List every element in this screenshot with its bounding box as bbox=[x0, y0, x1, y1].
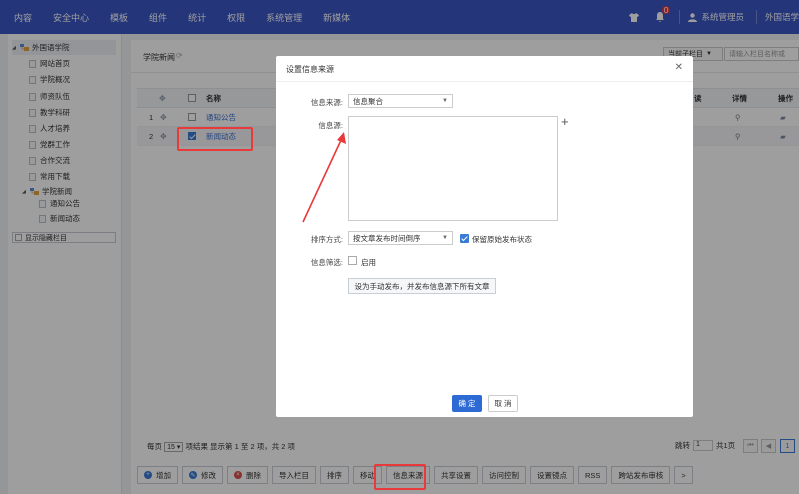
source-select-value: 信息聚合 bbox=[353, 96, 383, 106]
dialog-title: 设置信息来源 bbox=[286, 65, 334, 74]
sort-select-value: 按文章发布时间倒序 bbox=[353, 233, 421, 243]
filter-enable-label: 启用 bbox=[361, 258, 376, 267]
keep-status-checkbox[interactable] bbox=[460, 234, 469, 243]
manual-publish-button[interactable]: 设为手动发布，并发布信息源下所有文章 bbox=[348, 278, 496, 294]
sort-select[interactable]: 按文章发布时间倒序 ▼ bbox=[348, 231, 453, 245]
highlight-row-annotation bbox=[177, 127, 253, 151]
confirm-button[interactable]: 确 定 bbox=[452, 395, 482, 412]
chevron-down-icon: ▼ bbox=[442, 235, 448, 241]
close-icon[interactable]: ✕ bbox=[675, 62, 683, 73]
highlight-button-annotation bbox=[374, 464, 426, 490]
filter-enable-checkbox[interactable] bbox=[348, 256, 357, 265]
sort-label: 排序方式: bbox=[310, 235, 343, 244]
info-source-list[interactable] bbox=[348, 116, 558, 221]
dialog-header: 设置信息来源 ✕ bbox=[276, 56, 693, 82]
filter-label: 信息筛选: bbox=[310, 258, 343, 267]
cancel-button[interactable]: 取 消 bbox=[488, 395, 518, 412]
source-select[interactable]: 信息聚合 ▼ bbox=[348, 94, 453, 108]
annotation-arrow bbox=[302, 132, 346, 223]
chevron-down-icon: ▼ bbox=[442, 98, 448, 104]
info-source-dialog: 设置信息来源 ✕ 信息来源: 信息聚合 ▼ 信息源: + 排序方式: 按文章发布… bbox=[276, 56, 693, 417]
add-source-icon[interactable]: + bbox=[561, 114, 569, 129]
keep-status-label: 保留原始发布状态 bbox=[472, 235, 532, 244]
source-label: 信息来源: bbox=[310, 98, 343, 107]
